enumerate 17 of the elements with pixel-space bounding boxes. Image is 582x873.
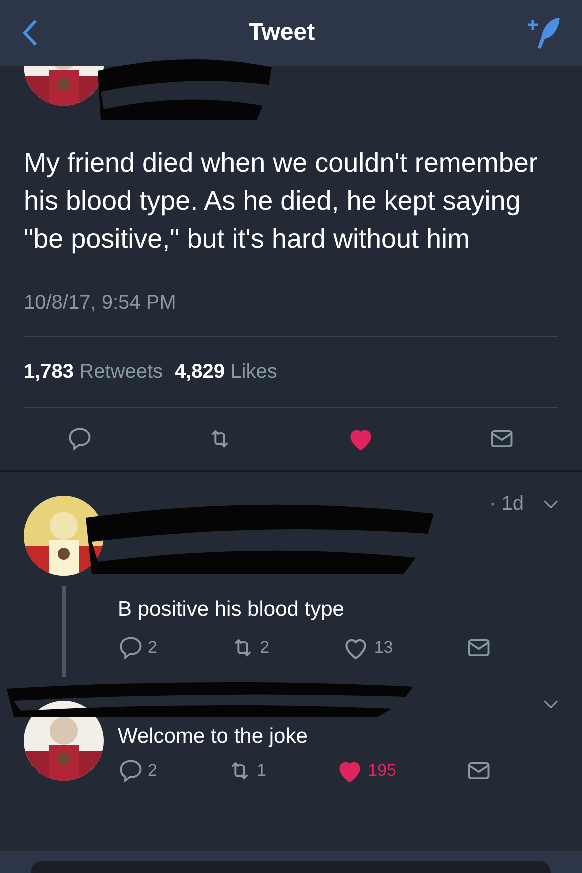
reply-count: 2 xyxy=(148,637,158,660)
retweet-count: 2 xyxy=(260,637,270,660)
reply-time: · 1d xyxy=(490,492,524,517)
retweet-count[interactable]: 1,783 Retweets xyxy=(24,357,163,387)
reply-text: B positive his blood type xyxy=(118,596,346,622)
like-count[interactable]: 4,829 Likes xyxy=(175,357,278,387)
tweet-timestamp: 10/8/17, 9:54 PM xyxy=(24,291,176,316)
tweet-text: My friend died when we couldn't remember his blood type. As he died, he kept saying "be positive," but it's hard without him xyxy=(24,147,539,256)
like-count: 13 xyxy=(374,637,394,660)
reply-text: Welcome to the joke xyxy=(118,724,309,750)
reply-count: 2 xyxy=(148,760,158,782)
reply-icon[interactable] xyxy=(118,758,144,784)
reply-icon[interactable] xyxy=(67,426,93,452)
window-title: Tweet xyxy=(248,18,316,48)
retweet-count: 1 xyxy=(257,760,266,782)
like-count: 195 xyxy=(368,760,396,782)
reply-icon[interactable] xyxy=(118,635,144,661)
